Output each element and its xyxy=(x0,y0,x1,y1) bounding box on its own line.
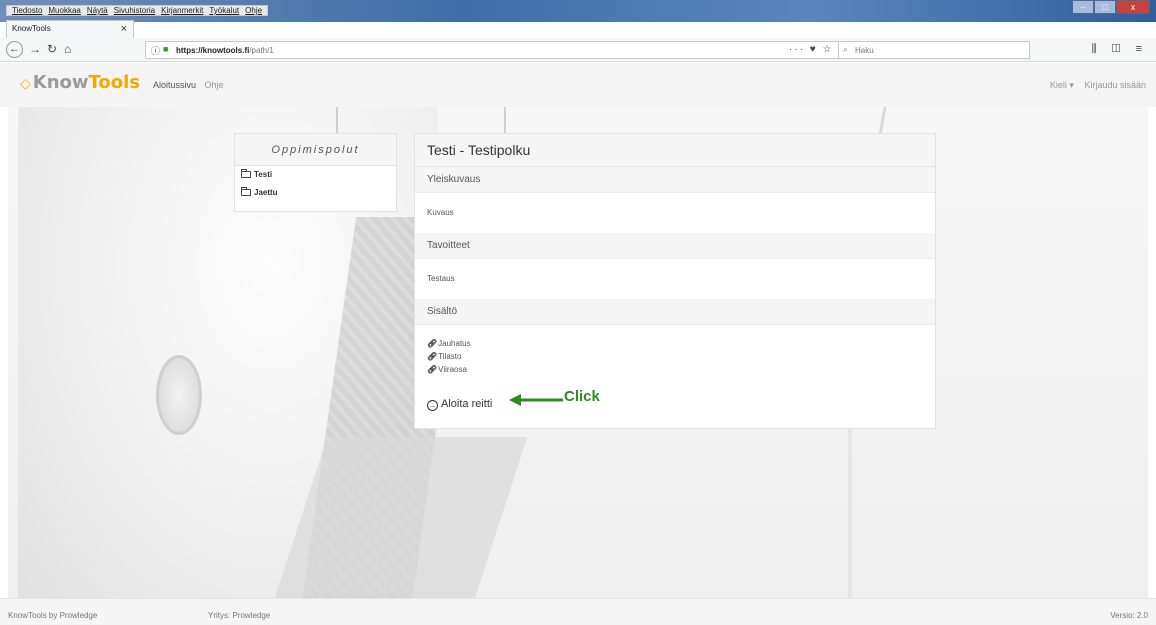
menu-tools[interactable]: Työkalut xyxy=(206,6,242,15)
annotation-label: Click xyxy=(564,388,600,405)
minimize-button[interactable]: – xyxy=(1072,0,1094,14)
tab-title: KnowTools xyxy=(12,24,51,33)
knowtools-logo[interactable]: ◇ KnowTools xyxy=(20,72,140,93)
browser-tab[interactable]: KnowTools × xyxy=(6,20,134,38)
menu-history[interactable]: Sivuhistoria xyxy=(111,6,158,15)
folder-icon xyxy=(241,169,251,178)
main-nav: Aloitussivu Ohje xyxy=(153,80,230,90)
content-links: 🔗︎Jauhatus 🔗︎Tilasto 🔗︎Viiraosa xyxy=(415,325,935,426)
search-box[interactable]: ⌕ xyxy=(838,41,1030,59)
site-header: ◇ KnowTools Aloitussivu Ohje Kieli ▾ Kirj… xyxy=(0,63,1156,107)
library-sidebar-menu-icons[interactable]: ⫼ ◫ ≡ xyxy=(1092,43,1148,56)
url-host: https://knowtools.fi xyxy=(176,46,250,55)
window-close-button[interactable]: x xyxy=(1116,0,1150,14)
start-route-label: Aloita reitti xyxy=(441,398,493,410)
link-icon: 🔗︎ xyxy=(427,365,438,374)
menu-help[interactable]: Ohje xyxy=(242,6,265,15)
content-link-tilasto[interactable]: 🔗︎Tilasto xyxy=(427,350,935,363)
learning-paths-title: Oppimispolut xyxy=(235,134,396,166)
content-link-viiraosa[interactable]: 🔗︎Viiraosa xyxy=(427,363,935,376)
maximize-button[interactable]: □ xyxy=(1094,0,1116,14)
language-dropdown[interactable]: Kieli ▾ xyxy=(1050,80,1074,90)
menu-view[interactable]: Näytä xyxy=(84,6,111,15)
home-button[interactable]: ⌂ xyxy=(64,42,71,56)
footer-version: Versio: 2.0 xyxy=(1110,611,1148,620)
window-controls: – □ x xyxy=(1072,0,1150,14)
link-icon: 🔗︎ xyxy=(427,339,438,348)
footer-company: Yritys: Prowledge xyxy=(208,611,271,620)
goals-heading: Tavoitteet xyxy=(415,233,935,259)
bg-knob xyxy=(156,355,202,435)
page-actions[interactable]: ··· ♥ ☆ xyxy=(789,44,833,55)
arrow-circle-right-icon: → xyxy=(427,400,438,411)
path-title: Testi - Testipolku xyxy=(415,134,935,167)
path-item-label: Testi xyxy=(254,170,273,179)
navigation-toolbar: ← → ↻ ⌂ ⓘ ■ https://knowtools.fi/path/1 … xyxy=(0,38,1156,62)
learning-paths-panel: Oppimispolut Testi Jaettu xyxy=(234,133,397,212)
content-link-jauhatus[interactable]: 🔗︎Jauhatus xyxy=(427,337,935,350)
path-item-label: Jaettu xyxy=(254,188,278,197)
tab-close-icon[interactable]: × xyxy=(121,21,127,37)
menu-bar: Tiedosto Muokkaa Näytä Sivuhistoria Kirj… xyxy=(6,5,269,16)
nav-home[interactable]: Aloitussivu xyxy=(153,80,196,90)
url-text[interactable]: https://knowtools.fi/path/1 xyxy=(176,46,274,55)
info-icon[interactable]: ⓘ xyxy=(151,44,160,57)
menu-bookmarks[interactable]: Kirjanmerkit xyxy=(158,6,206,15)
menu-edit[interactable]: Muokkaa xyxy=(45,6,83,15)
link-icon: 🔗︎ xyxy=(427,352,438,361)
nav-help[interactable]: Ohje xyxy=(205,80,224,90)
back-button[interactable]: ← xyxy=(6,41,23,58)
logo-mark-icon: ◇ xyxy=(20,76,31,92)
overview-heading: Yleiskuvaus xyxy=(415,167,935,193)
path-item-testi[interactable]: Testi xyxy=(235,166,396,184)
url-path: /path/1 xyxy=(249,46,274,55)
path-detail-panel: Testi - Testipolku Yleiskuvaus Kuvaus Ta… xyxy=(414,133,936,429)
annotation-arrow xyxy=(509,394,563,406)
bg-pole xyxy=(848,427,852,598)
login-link[interactable]: Kirjaudu sisään xyxy=(1084,80,1146,90)
header-right: Kieli ▾ Kirjaudu sisään xyxy=(1042,80,1146,91)
overview-text: Kuvaus xyxy=(427,208,454,217)
tab-bar: KnowTools × + xyxy=(0,18,1156,38)
menu-file[interactable]: Tiedosto xyxy=(9,6,45,15)
content-heading: Sisältö xyxy=(415,299,935,325)
lock-icon: ■ xyxy=(163,44,169,54)
reload-button[interactable]: ↻ xyxy=(47,42,57,56)
search-input[interactable] xyxy=(855,44,1025,56)
start-route-button[interactable]: → Aloita reitti xyxy=(427,398,492,411)
search-icon: ⌕ xyxy=(843,44,849,54)
forward-button[interactable]: → xyxy=(29,42,41,56)
goals-text: Testaus xyxy=(427,274,455,283)
footer-brand: KnowTools by Prowledge xyxy=(8,611,98,620)
new-tab-button[interactable]: + xyxy=(140,20,148,36)
folder-icon xyxy=(241,187,251,196)
path-item-jaettu[interactable]: Jaettu xyxy=(235,184,396,202)
site-footer: KnowTools by Prowledge Yritys: Prowledge… xyxy=(0,598,1156,625)
